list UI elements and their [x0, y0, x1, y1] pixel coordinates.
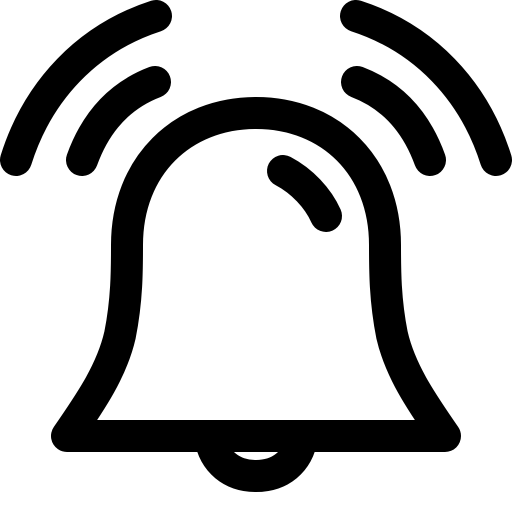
ringing-bell-icon [0, 0, 512, 492]
icon-canvas [0, 0, 512, 512]
bell-body [51, 97, 461, 452]
